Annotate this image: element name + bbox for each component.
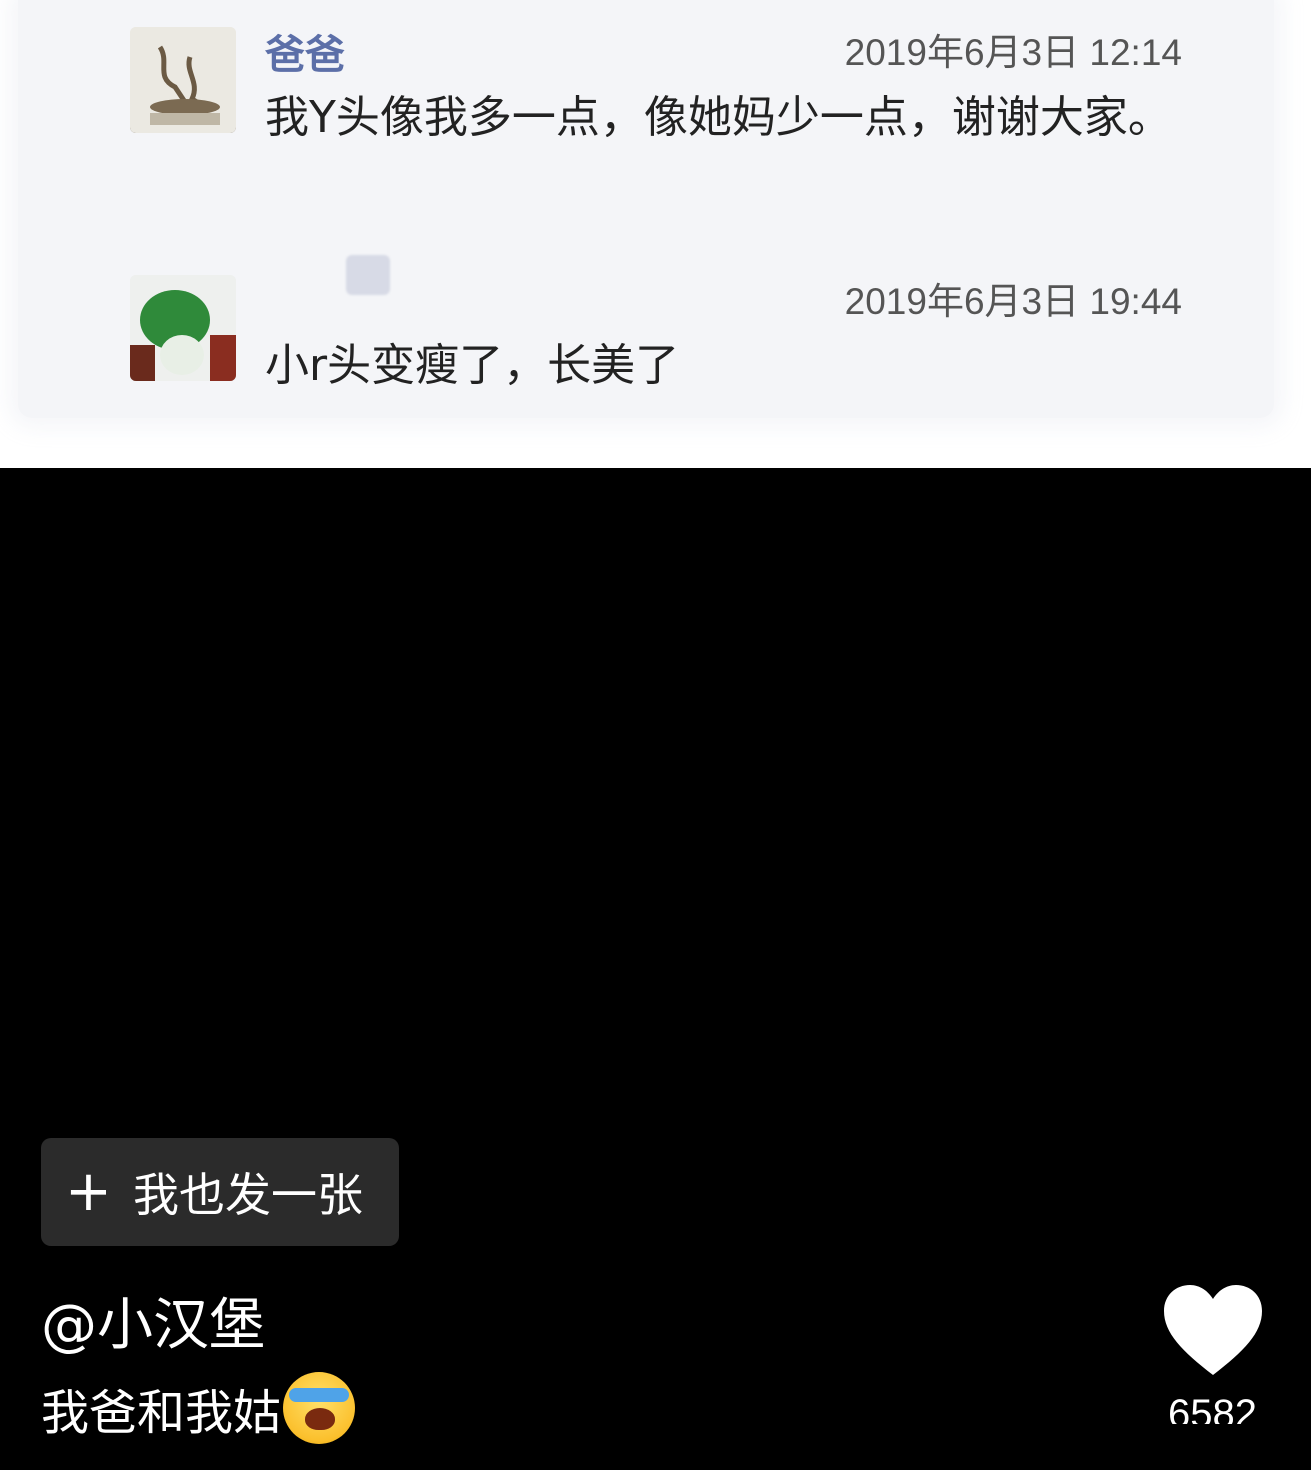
plus-icon: + — [65, 1159, 112, 1224]
chat-card: 爸爸 2019年6月3日 12:14 我Y头像我多一点，像她妈少一点，谢谢大家。… — [18, 0, 1274, 418]
like-count: 6582 — [1168, 1392, 1257, 1424]
heart-icon[interactable] — [1162, 1283, 1264, 1379]
author-handle[interactable]: @小汉堡 — [41, 1280, 265, 1361]
bonsai-avatar-image — [130, 27, 236, 133]
message-text: 小r头变瘦了，长美了 — [265, 340, 680, 391]
screenshot-area: 爸爸 2019年6月3日 12:14 我Y头像我多一点，像她妈少一点，谢谢大家。… — [0, 0, 1311, 468]
face-palm-laugh-emoji-icon — [283, 1372, 356, 1444]
post-caption: 我爸和我姑 — [41, 1372, 356, 1444]
avatar[interactable] — [130, 275, 236, 381]
post-too-label: 我也发一张 — [133, 1168, 363, 1222]
avatar[interactable] — [130, 27, 236, 133]
message-timestamp: 2019年6月3日 12:14 — [844, 32, 1182, 73]
message-timestamp: 2019年6月3日 19:44 — [844, 281, 1182, 322]
blurred-sender-name — [346, 255, 390, 295]
caption-text: 我爸和我姑 — [41, 1385, 282, 1441]
post-too-button[interactable]: + 我也发一张 — [41, 1138, 399, 1246]
sender-name[interactable]: 爸爸 — [265, 22, 345, 80]
message-text: 我Y头像我多一点，像她妈少一点，谢谢大家。 — [265, 92, 1172, 143]
jade-cabbage-avatar-image — [130, 275, 236, 381]
